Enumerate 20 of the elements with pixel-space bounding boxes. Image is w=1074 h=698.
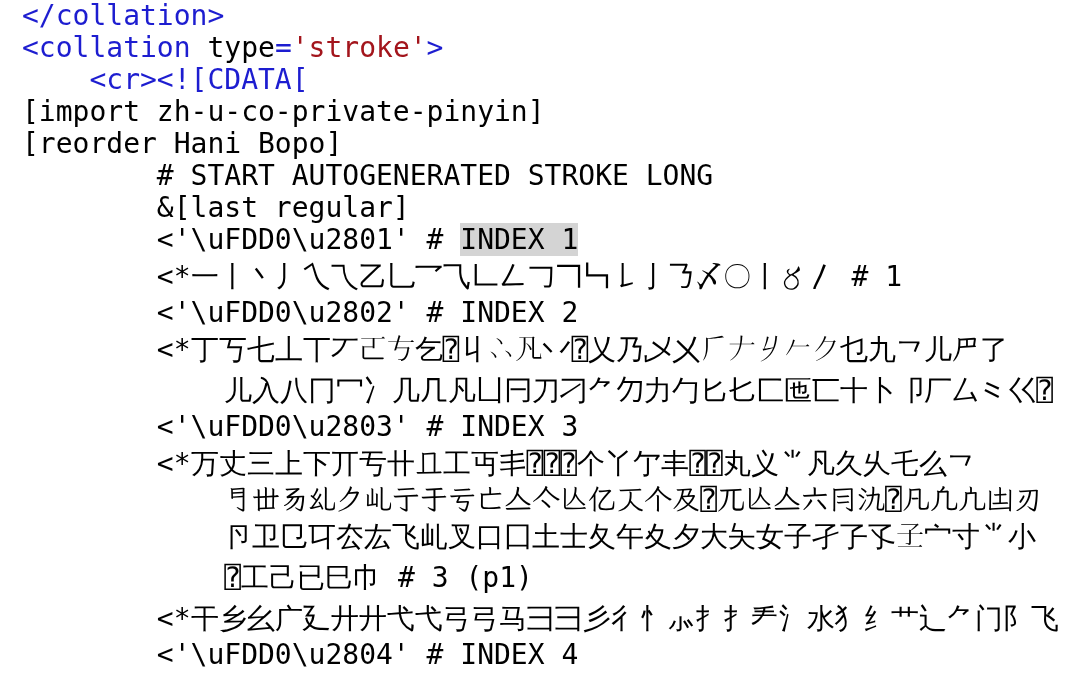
code-line: # START AUTOGENERATED STROKE LONG <box>156 159 714 192</box>
code-line: <*干乡幺广廴廾⼶弋⼷弓⼸马彐⺕彡彳忄⺗扌⺘龵氵水犭纟艹⻌⺈门阝飞 <box>156 602 1059 635</box>
code-line: <*万丈三上下丌亐卄𠀃工丏丯⍰⍰⍰个丫亇丰⍰⍰丸义⺌凡久乆乇么⺂ <box>156 447 975 480</box>
code-line: <collation type='stroke'> <box>22 31 444 64</box>
code-line: ⍰工己已巳巾 # 3 (p1) <box>224 561 533 594</box>
code-line: <'\uFDD0\u2804' # INDEX 4 <box>156 638 579 671</box>
code-text: <'\uFDD0\u2801' # <box>156 223 445 256</box>
code-line: <'\uFDD0\u2802' # INDEX 2 <box>156 296 579 329</box>
selected-text: INDEX 1 <box>460 223 579 256</box>
code-line: 儿入八冂冖冫几𠘧凡凵𠔼刀刁⺈𠚣力勹匕𠤎匚匜匸十卜卩厂厶⺀巜⍰ <box>224 374 1054 407</box>
code-line: <'\uFDD0\u2803' # INDEX 3 <box>156 410 579 443</box>
code-line: <*丁丂七丄丅丆𠀀𠀁乞⍰丩𠁼𠁽丷⍰乂乃乄㐅𠂆𠂇𠂈𠂉𠂊乜九⺂儿𠃜了 <box>156 333 1009 366</box>
code-line: </collation> <box>22 0 225 32</box>
code-line: <cr><![CDATA[ <box>89 63 309 96</box>
code-line: [import zh-u-co-private-pinyin] <box>22 95 545 128</box>
code-line: &[last regular] <box>156 191 410 224</box>
code-line: 卪卫㔾㔿厺厷飞乢叉口囗土士夂午夊夕大夨女子孑孒孓𡤽宀寸⺌小 <box>224 520 1037 553</box>
code-line: [reorder Hani Bopo] <box>22 127 343 160</box>
code-line: <*一丨丶丿乀乁乙乚乛⺄𠃊𠃋𠃌𠃍𠃑𠄌亅𠄎〆〇〡〥〳 # 1 <box>156 260 902 293</box>
code-line: 𠃛丗𠃓乣𠂊乢亍于亏亡亼亽亾亿𠆣个及⍰兀亾亼六冃氿⍰凡凢凣凷刃 <box>224 483 1042 516</box>
